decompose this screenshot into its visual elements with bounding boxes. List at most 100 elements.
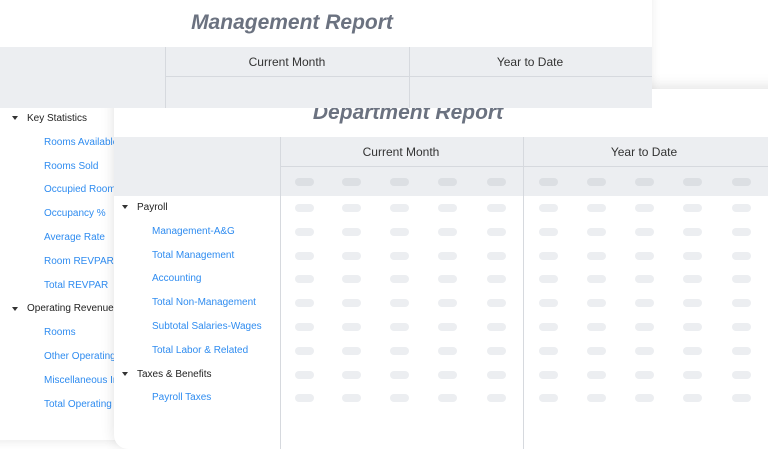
row-item-link[interactable]: Accounting xyxy=(152,273,274,285)
value-placeholder xyxy=(487,275,506,284)
row-item-link[interactable]: Total Management xyxy=(152,250,274,262)
value-placeholder xyxy=(390,370,409,379)
value-placeholder xyxy=(683,323,702,331)
value-placeholder xyxy=(295,394,314,403)
value-placeholder xyxy=(438,394,457,403)
row-label: Occupancy % xyxy=(44,208,106,220)
value-placeholder xyxy=(295,204,314,212)
value-placeholder xyxy=(683,394,702,403)
value-placeholder xyxy=(635,227,654,236)
row-label: Taxes & Benefits xyxy=(137,368,212,380)
column-year-to-date: Year to Date xyxy=(610,145,678,159)
value-placeholder xyxy=(342,299,361,308)
value-placeholder xyxy=(295,370,314,379)
value-placeholder xyxy=(390,275,409,284)
value-placeholder xyxy=(635,370,654,379)
value-placeholder xyxy=(539,299,558,308)
row-item-link[interactable]: Subtotal Salaries-Wages xyxy=(152,321,274,333)
value-placeholder xyxy=(539,370,558,379)
value-placeholder xyxy=(732,323,751,331)
value-placeholder xyxy=(587,394,606,403)
value-placeholder xyxy=(295,323,314,331)
value-placeholder xyxy=(342,251,361,260)
value-placeholder xyxy=(487,227,506,236)
value-placeholder xyxy=(438,251,457,260)
row-item-link[interactable]: Total Labor & Related xyxy=(152,345,274,357)
value-placeholder xyxy=(587,227,606,236)
value-placeholder xyxy=(635,251,654,260)
value-placeholder xyxy=(487,251,506,260)
value-placeholder xyxy=(635,323,654,331)
value-placeholder xyxy=(295,299,314,308)
value-placeholder xyxy=(587,323,606,331)
row-label: Rooms Sold xyxy=(44,160,99,172)
value-placeholder xyxy=(683,204,702,212)
value-placeholder xyxy=(732,299,751,308)
row-label: Operating Revenue xyxy=(27,303,114,315)
row-label: Payroll xyxy=(137,202,168,213)
value-placeholder xyxy=(342,394,361,403)
row-label: Total REVPAR xyxy=(44,279,109,291)
value-placeholder xyxy=(587,251,606,260)
group-row-label[interactable]: Payroll xyxy=(122,202,274,214)
row-label: Rooms Available xyxy=(44,136,119,148)
group-row-label[interactable]: Taxes & Benefits xyxy=(122,369,274,381)
value-placeholder xyxy=(295,346,314,355)
value-placeholder xyxy=(487,299,506,308)
value-placeholder xyxy=(342,227,361,236)
value-placeholder xyxy=(587,275,606,284)
department-table-header: Current Month Year to Date xyxy=(114,137,768,196)
value-placeholder xyxy=(487,346,506,355)
value-placeholder xyxy=(635,275,654,284)
header-placeholder xyxy=(342,178,361,186)
row-label: Total Non-Management xyxy=(152,297,256,309)
value-placeholder xyxy=(487,394,506,403)
value-placeholder xyxy=(635,346,654,355)
value-placeholder xyxy=(539,394,558,403)
value-placeholder xyxy=(732,394,751,403)
value-placeholder xyxy=(438,227,457,236)
row-item-link[interactable]: Total Non-Management xyxy=(152,297,274,309)
header-placeholder xyxy=(390,178,409,186)
value-placeholder xyxy=(539,227,558,236)
value-placeholder xyxy=(438,346,457,355)
value-placeholder xyxy=(390,323,409,331)
value-placeholder xyxy=(683,346,702,355)
row-item-link[interactable]: Payroll Taxes xyxy=(152,392,274,404)
column-year-to-date: Year to Date xyxy=(496,55,564,69)
value-placeholder xyxy=(539,323,558,331)
value-placeholder xyxy=(390,251,409,260)
row-label: Total Labor & Related xyxy=(152,344,249,356)
value-placeholder xyxy=(295,275,314,284)
value-placeholder xyxy=(539,275,558,284)
value-placeholder xyxy=(683,251,702,260)
value-placeholder xyxy=(732,227,751,236)
value-placeholder xyxy=(438,275,457,284)
value-placeholder xyxy=(390,394,409,403)
value-placeholder xyxy=(438,370,457,379)
row-label: Other Operating xyxy=(44,351,116,362)
row-item-link[interactable]: Management-A&G xyxy=(152,226,274,238)
value-placeholder xyxy=(390,299,409,308)
row-label: Average Rate xyxy=(44,232,105,243)
value-placeholder xyxy=(438,323,457,331)
value-placeholder xyxy=(342,323,361,331)
header-placeholder xyxy=(587,178,606,186)
value-placeholder xyxy=(342,346,361,355)
row-label: Payroll Taxes xyxy=(152,392,212,404)
header-placeholder xyxy=(635,178,654,186)
value-placeholder xyxy=(539,251,558,260)
value-placeholder xyxy=(635,394,654,403)
header-placeholder xyxy=(487,178,506,186)
value-placeholder xyxy=(295,227,314,236)
row-label: Occupied Rooms xyxy=(44,184,121,196)
row-label: Accounting xyxy=(152,273,202,285)
value-placeholder xyxy=(438,204,457,212)
value-placeholder xyxy=(683,370,702,379)
value-placeholder xyxy=(539,204,558,212)
header-placeholder xyxy=(295,178,314,186)
value-placeholder xyxy=(732,204,751,212)
row-label: Key Statistics xyxy=(27,113,88,124)
value-placeholder xyxy=(732,275,751,284)
row-label: Management-A&G xyxy=(152,225,235,237)
